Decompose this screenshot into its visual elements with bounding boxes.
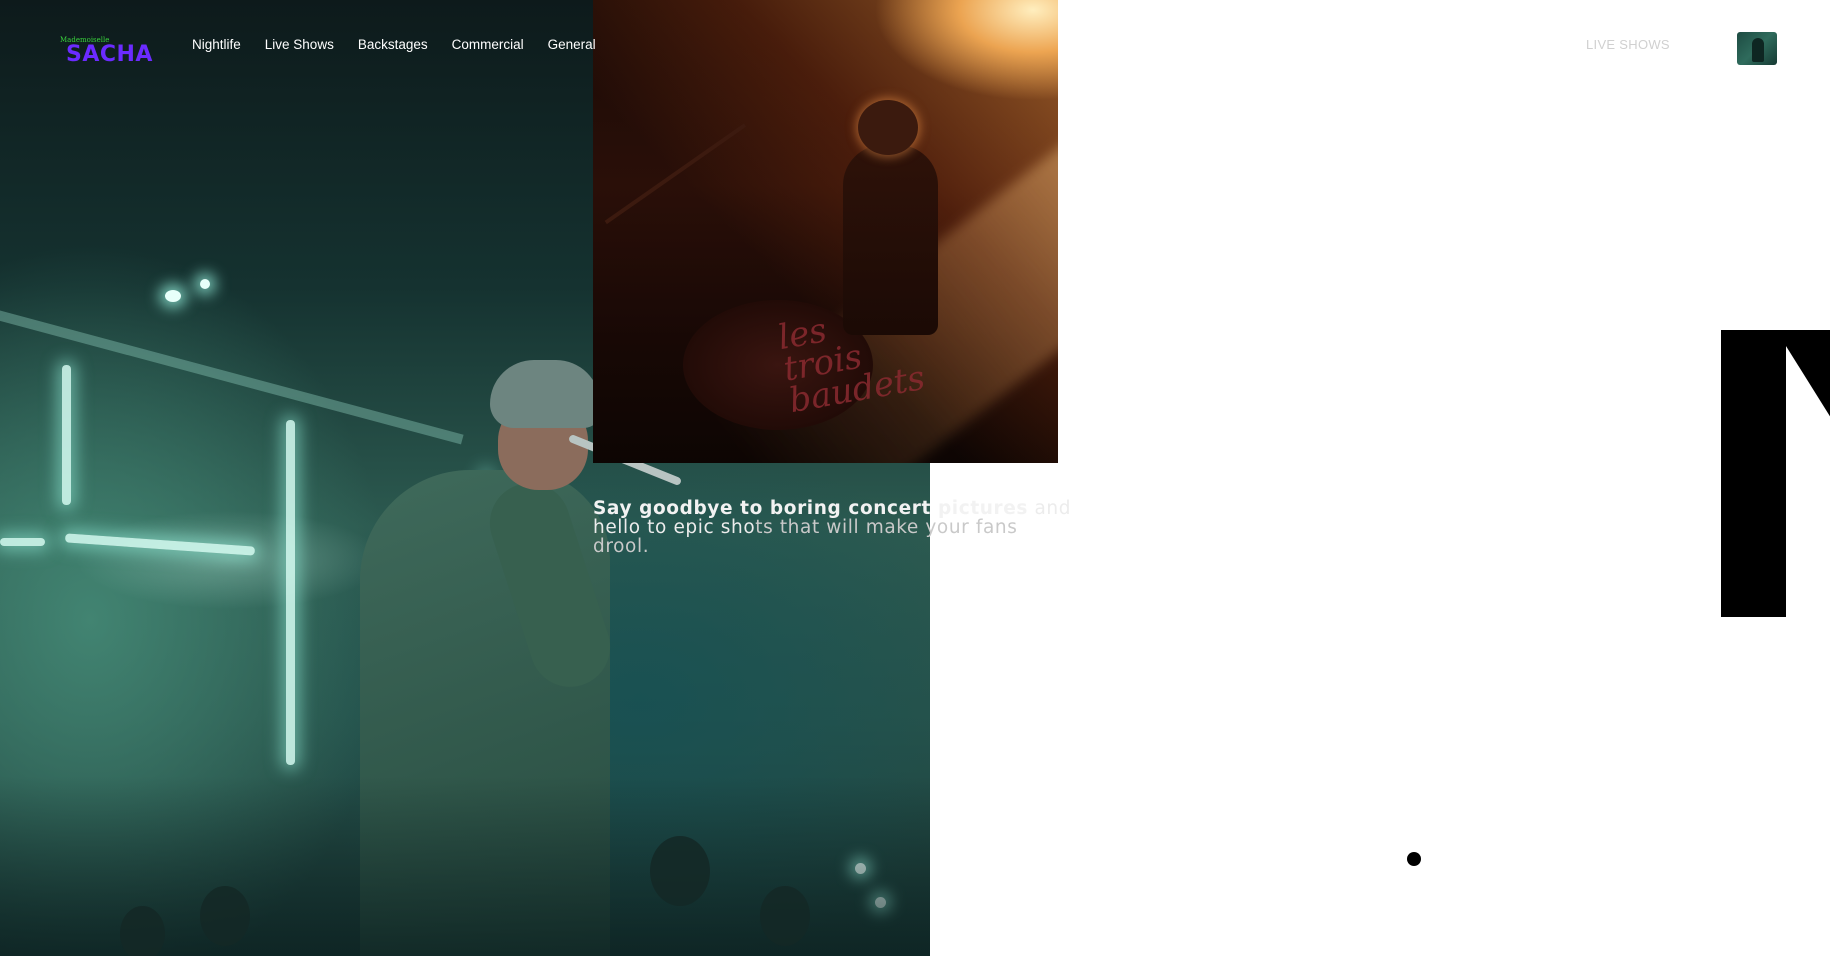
- nav-item-general[interactable]: General: [548, 36, 596, 54]
- photo-thumbnail-icon[interactable]: [1737, 32, 1777, 65]
- light-beam: [64, 533, 256, 556]
- stage-light: [165, 290, 181, 302]
- main-nav: Nightlife Live Shows Backstages Commerci…: [192, 36, 596, 54]
- mic-stand: [604, 123, 747, 225]
- light-beam: [62, 365, 71, 505]
- guitarist-silhouette: [843, 100, 963, 335]
- light-beam: [0, 538, 45, 546]
- crowd: [0, 776, 930, 956]
- nav-item-backstages[interactable]: Backstages: [358, 36, 428, 54]
- dot-indicator-icon[interactable]: [1407, 852, 1421, 866]
- page: les trois baudets Mademoiselle SACHA Nig…: [0, 0, 1830, 956]
- nav-item-commercial[interactable]: Commercial: [452, 36, 524, 54]
- nav-item-live-shows[interactable]: Live Shows: [265, 36, 334, 54]
- tagline-bold: Say goodbye to boring concert pictures: [593, 498, 1029, 519]
- light-beam: [286, 420, 295, 765]
- drum-head-text: les trois baudets: [775, 299, 928, 421]
- current-section-label: LIVE SHOWS: [1586, 37, 1670, 52]
- concert-photo-guitarist: les trois baudets: [593, 0, 1058, 463]
- large-letter-fragment: [1721, 330, 1830, 617]
- hero-tagline: Say goodbye to boring concert pictures a…: [593, 499, 1073, 556]
- nav-item-nightlife[interactable]: Nightlife: [192, 36, 241, 54]
- logo-title: SACHA: [66, 42, 153, 67]
- stage-light: [200, 279, 210, 289]
- site-logo[interactable]: Mademoiselle SACHA: [60, 36, 153, 66]
